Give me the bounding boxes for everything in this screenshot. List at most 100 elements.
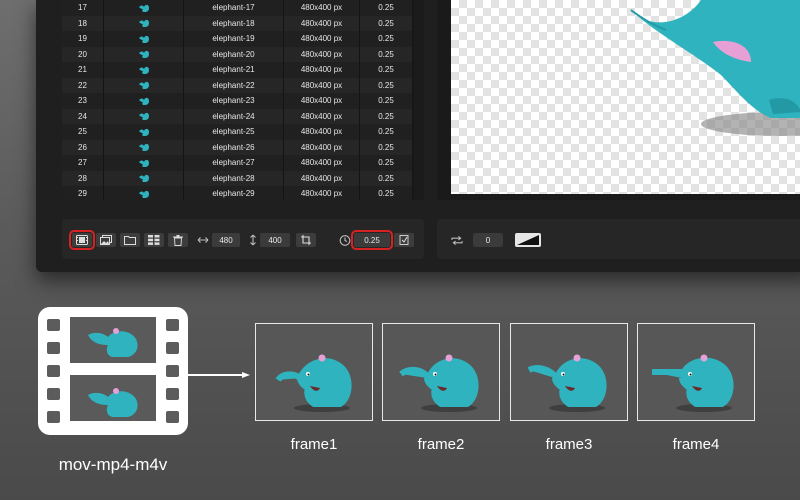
- background-swatch-icon: [517, 235, 539, 245]
- frame-thumbnail: [104, 31, 184, 47]
- trash-icon: [173, 234, 183, 246]
- loop-count-field[interactable]: 0: [473, 233, 503, 247]
- frame-index: 18: [62, 15, 104, 31]
- movie-file-icon: [38, 307, 188, 435]
- arrow-right-icon: [188, 372, 250, 378]
- sprocket-hole: [166, 411, 179, 423]
- delete-button[interactable]: [168, 233, 188, 247]
- open-folder-button[interactable]: [120, 233, 140, 247]
- table-row[interactable]: 25 elephant-25 480x400 px 0.25: [62, 124, 412, 140]
- frame-name: elephant-17: [184, 0, 284, 16]
- frame-size: 480x400 px: [284, 139, 360, 155]
- format-label: mov-mp4-m4v: [58, 455, 168, 474]
- frame-thumbnail: [104, 62, 184, 78]
- table-row[interactable]: 21 elephant-21 480x400 px 0.25: [62, 62, 412, 78]
- frame-index: 17: [62, 0, 104, 16]
- frame-index: 21: [62, 62, 104, 78]
- frame-size: 480x400 px: [284, 124, 360, 140]
- width-field[interactable]: 480: [212, 233, 240, 247]
- horizontal-resize-icon: [197, 234, 209, 246]
- grid-view-button[interactable]: [144, 233, 164, 247]
- frame-table: 17 elephant-17 480x400 px 0.25 18 elephant-18…: [62, 0, 412, 200]
- frame-size: 480x400 px: [284, 108, 360, 124]
- frame-name: elephant-27: [184, 155, 284, 171]
- sprocket-hole: [166, 365, 179, 377]
- frame-list-scrollbar[interactable]: [414, 0, 424, 200]
- table-row[interactable]: 24 elephant-24 480x400 px 0.25: [62, 108, 412, 124]
- frame-duration: 0.25: [378, 18, 394, 28]
- frame-duration: 0.25: [378, 189, 394, 199]
- frame-label: frame1: [290, 436, 338, 453]
- frame-duration: 0.25: [378, 80, 394, 90]
- frame-card: [637, 323, 755, 421]
- frames-toolbar: 480 400 0.25: [62, 219, 424, 259]
- frame-size: 480x400 px: [284, 62, 360, 78]
- sprocket-hole: [47, 342, 60, 354]
- frame-thumbnail: [104, 186, 184, 200]
- preview-canvas: [451, 0, 800, 194]
- elephant-frame-image: [275, 354, 352, 412]
- frame-card: [382, 323, 500, 421]
- frame-name: elephant-21: [184, 62, 284, 78]
- frame-duration: 0.25: [378, 96, 394, 106]
- table-row[interactable]: 18 elephant-18 480x400 px 0.25: [62, 15, 412, 31]
- frame-thumbnail: [104, 46, 184, 62]
- film-icon: [76, 235, 88, 245]
- elephant-frame-image: [399, 354, 479, 412]
- frame-index: 24: [62, 108, 104, 124]
- frame-duration: 0.25: [378, 111, 394, 121]
- frame-name: elephant-23: [184, 93, 284, 109]
- elephant-frame-image: [527, 354, 607, 412]
- timer-icon: [339, 234, 351, 246]
- height-field[interactable]: 400: [260, 233, 290, 247]
- frame-label: frame3: [545, 436, 593, 453]
- import-video-button[interactable]: [69, 230, 95, 250]
- preview-toolbar: 0: [437, 219, 800, 259]
- table-row[interactable]: 17 elephant-17 480x400 px 0.25: [62, 0, 412, 16]
- frame-name: elephant-29: [184, 186, 284, 200]
- frame-thumbnail: [104, 77, 184, 93]
- elephant-thumbnail: [88, 388, 138, 417]
- frame-index: 19: [62, 31, 104, 47]
- frame-label: frame4: [672, 436, 720, 453]
- frame-duration-field[interactable]: 0.25: [351, 230, 393, 250]
- sprocket-hole: [166, 319, 179, 331]
- apply-duration-button[interactable]: [394, 233, 414, 247]
- table-row[interactable]: 20 elephant-20 480x400 px 0.25: [62, 46, 412, 62]
- sprocket-hole: [47, 365, 60, 377]
- table-row[interactable]: 22 elephant-22 480x400 px 0.25: [62, 77, 412, 93]
- frame-duration: 0.25: [378, 3, 394, 13]
- sprocket-hole: [47, 388, 60, 400]
- frame-thumbnail: [104, 155, 184, 171]
- frame-size: 480x400 px: [284, 77, 360, 93]
- table-row[interactable]: 26 elephant-26 480x400 px 0.25: [62, 139, 412, 155]
- preview-panel: [437, 0, 800, 200]
- apply-icon: [399, 235, 409, 245]
- frame-index: 28: [62, 170, 104, 186]
- table-row[interactable]: 27 elephant-27 480x400 px 0.25: [62, 155, 412, 171]
- table-row[interactable]: 23 elephant-23 480x400 px 0.25: [62, 93, 412, 109]
- sprocket-hole: [166, 342, 179, 354]
- crop-icon: [301, 235, 311, 245]
- preview-elephant: [630, 0, 800, 136]
- frame-duration: 0.25: [378, 173, 394, 183]
- table-row[interactable]: 29 elephant-29 480x400 px 0.25: [62, 186, 412, 200]
- frame-name: elephant-19: [184, 31, 284, 47]
- frame-thumbnail: [104, 0, 184, 16]
- frame-duration: 0.25: [378, 34, 394, 44]
- frame-card: [510, 323, 628, 421]
- frame-thumbnail: [104, 93, 184, 109]
- frame-name: elephant-22: [184, 77, 284, 93]
- background-color-button[interactable]: [515, 233, 541, 247]
- table-row[interactable]: 28 elephant-28 480x400 px 0.25: [62, 170, 412, 186]
- frame-size: 480x400 px: [284, 155, 360, 171]
- import-images-button[interactable]: [96, 233, 116, 247]
- frame-size: 480x400 px: [284, 170, 360, 186]
- frame-size: 480x400 px: [284, 31, 360, 47]
- frame-name: elephant-18: [184, 15, 284, 31]
- frame-card: [255, 323, 373, 421]
- crop-button[interactable]: [296, 233, 316, 247]
- table-row[interactable]: 19 elephant-19 480x400 px 0.25: [62, 31, 412, 47]
- frame-size: 480x400 px: [284, 0, 360, 16]
- frame-duration: 0.25: [378, 49, 394, 59]
